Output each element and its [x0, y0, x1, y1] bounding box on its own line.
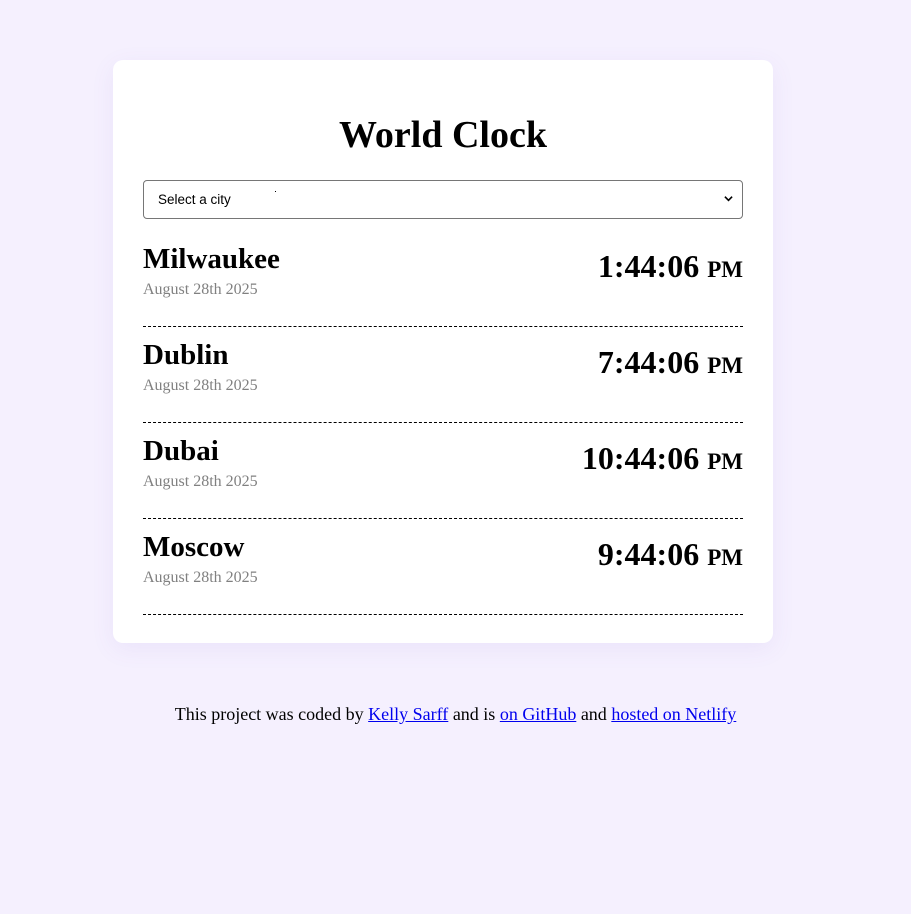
city-date: August 28th 2025 — [143, 473, 258, 490]
city-select-wrapper: Select a city — [143, 180, 743, 219]
page-title: World Clock — [339, 114, 547, 156]
city-list: Milwaukee August 28th 2025 1:44:06 PM Du… — [143, 231, 743, 615]
netlify-link[interactable]: hosted on Netlify — [611, 704, 736, 724]
time-value: 9:44:06 — [597, 536, 700, 572]
city-date: August 28th 2025 — [143, 377, 258, 394]
city-time: 7:44:06 PM — [598, 345, 743, 382]
time-ampm: PM — [707, 544, 743, 570]
city-row: Dublin August 28th 2025 7:44:06 PM — [143, 327, 743, 423]
city-row: Milwaukee August 28th 2025 1:44:06 PM — [143, 231, 743, 327]
footer-text: and — [576, 704, 612, 724]
time-value: 10:44:06 — [581, 440, 700, 476]
city-time: 9:44:06 PM — [598, 537, 743, 574]
time-ampm: PM — [707, 352, 743, 378]
time-ampm: PM — [707, 448, 743, 474]
footer: This project was coded by Kelly Sarff an… — [0, 702, 911, 726]
city-time: 1:44:06 PM — [598, 249, 743, 286]
city-name: Dublin — [143, 339, 229, 371]
footer-text: and is — [448, 704, 500, 724]
city-name: Moscow — [143, 531, 245, 563]
world-clock-card: World Clock Select a city Milwaukee Augu… — [113, 60, 773, 643]
city-date: August 28th 2025 — [143, 281, 258, 298]
city-select[interactable]: Select a city — [143, 180, 743, 219]
city-name: Dubai — [143, 435, 219, 467]
city-row: Moscow August 28th 2025 9:44:06 PM — [143, 519, 743, 615]
github-link[interactable]: on GitHub — [500, 704, 577, 724]
city-name: Milwaukee — [143, 243, 280, 275]
city-time: 10:44:06 PM — [582, 441, 743, 478]
stray-dot — [275, 191, 276, 192]
city-row: Dubai August 28th 2025 10:44:06 PM — [143, 423, 743, 519]
author-link[interactable]: Kelly Sarff — [368, 704, 448, 724]
time-value: 7:44:06 — [597, 344, 700, 380]
time-ampm: PM — [707, 256, 743, 282]
city-date: August 28th 2025 — [143, 569, 258, 586]
time-value: 1:44:06 — [597, 248, 700, 284]
footer-text: This project was coded by — [174, 704, 369, 724]
